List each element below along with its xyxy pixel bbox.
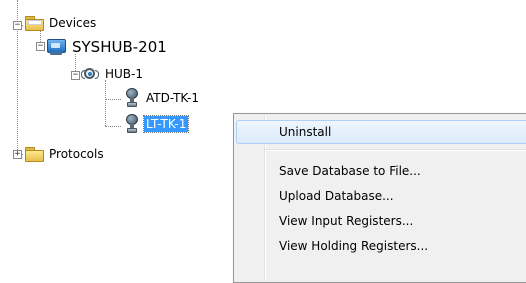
folder-icon [25,147,44,162]
tree-node-devices[interactable]: Devices [25,15,98,31]
context-menu: Uninstall Save Database to File... Uploa… [233,113,526,283]
tree-node-lt[interactable]: LT-TK-1 [124,114,190,134]
tree-node-label: HUB-1 [105,67,144,81]
collapse-devices-toggle[interactable]: − [13,21,22,30]
tree-node-label: Protocols [49,147,104,161]
expand-protocols-toggle[interactable]: + [13,150,22,159]
transmitter-icon [124,88,140,108]
tree-node-label: ATD-TK-1 [146,91,199,105]
tree-node-label: Devices [49,16,97,30]
menu-item-save-database[interactable]: Save Database to File... [236,159,526,183]
menu-item-view-input-registers[interactable]: View Input Registers... [236,209,526,233]
tree-node-label: SYSHUB-201 [72,38,167,56]
tree-node-syshub[interactable]: SYSHUB-201 [46,37,169,57]
folder-open-icon [25,16,44,31]
tree-line [105,126,121,127]
collapse-syshub-toggle[interactable]: − [36,42,45,51]
collapse-hub-toggle[interactable]: − [71,71,80,80]
tree-node-label: LT-TK-1 [142,115,190,133]
hub-icon [81,66,99,82]
menu-item-view-holding-registers[interactable]: View Holding Registers... [236,234,526,258]
menu-item-uninstall[interactable]: Uninstall [236,120,526,144]
menu-item-upload-database[interactable]: Upload Database... [236,184,526,208]
tree-node-hub[interactable]: HUB-1 [81,66,145,82]
tree-node-protocols[interactable]: Protocols [25,146,106,162]
tree-node-atd[interactable]: ATD-TK-1 [124,88,201,108]
system-hub-icon [46,39,66,55]
menu-separator [265,149,526,151]
tree-line [105,99,121,100]
transmitter-icon [124,114,140,134]
tree-line [105,80,106,126]
